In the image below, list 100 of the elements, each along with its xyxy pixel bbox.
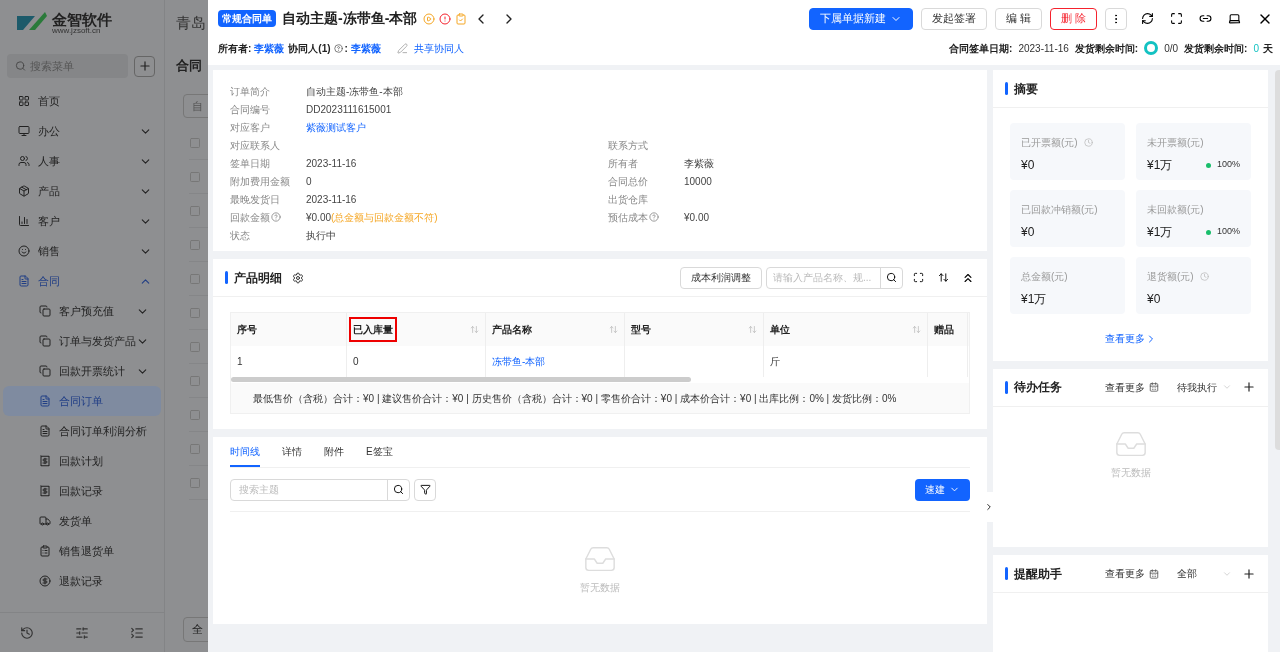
tab[interactable]: E签宝 bbox=[366, 437, 393, 467]
filter-button[interactable] bbox=[414, 478, 436, 501]
owner-label: 所有者: bbox=[218, 41, 252, 56]
menu-item[interactable]: 客户预充值 bbox=[3, 296, 161, 326]
resize-icon[interactable] bbox=[938, 272, 949, 283]
menu-item[interactable]: 回款计划 bbox=[3, 446, 161, 476]
meta-value: 0 bbox=[1253, 41, 1259, 56]
field-value: 2023-11-16 bbox=[306, 156, 357, 171]
menu-item[interactable]: 办公 bbox=[0, 116, 164, 146]
share-link[interactable]: 共享协同人 bbox=[413, 40, 464, 56]
add-button[interactable] bbox=[134, 55, 155, 77]
history-icon[interactable] bbox=[20, 625, 35, 640]
view-more-link[interactable]: 查看更多 bbox=[1105, 379, 1145, 395]
menu-item[interactable]: 回款记录 bbox=[3, 476, 161, 506]
checkbox-icon[interactable] bbox=[189, 136, 201, 149]
field-label: 签单日期 bbox=[230, 156, 270, 171]
stat-value: ¥0 bbox=[1021, 157, 1035, 174]
chevron-right-icon bbox=[984, 502, 994, 512]
meta-label: 发货剩余时间: bbox=[1074, 41, 1139, 56]
menu-icon bbox=[18, 95, 30, 107]
filter-dropdown[interactable]: 待我执行 bbox=[1177, 379, 1232, 395]
sliders-icon[interactable] bbox=[75, 625, 89, 640]
edit-icon[interactable] bbox=[396, 42, 408, 54]
menu-item[interactable]: 回款开票统计 bbox=[3, 356, 161, 386]
checkbox-icon[interactable] bbox=[189, 170, 201, 183]
play-icon[interactable] bbox=[423, 12, 436, 25]
calendar-icon[interactable] bbox=[1149, 382, 1159, 393]
owner-link[interactable]: 李紫薇 bbox=[254, 40, 285, 56]
action-button[interactable]: 下属单据新建 bbox=[808, 7, 913, 30]
fullscreen-icon[interactable] bbox=[913, 272, 924, 283]
settings-icon[interactable] bbox=[292, 271, 304, 284]
help-icon[interactable] bbox=[333, 43, 343, 53]
progress-ring-icon bbox=[1144, 41, 1159, 55]
field-value: ¥0.00 bbox=[306, 210, 332, 225]
menu-item[interactable]: 订单与发货产品 bbox=[3, 326, 161, 356]
add-icon[interactable] bbox=[1242, 380, 1256, 395]
meta-value: 2023-11-16 bbox=[1018, 41, 1069, 56]
collaborator-link[interactable]: 李紫薇 bbox=[350, 40, 381, 56]
tab[interactable]: 时间线 bbox=[230, 437, 260, 467]
help-icon[interactable] bbox=[271, 212, 281, 222]
stat-percent: 100% bbox=[1216, 225, 1240, 239]
checkbox-icon[interactable] bbox=[189, 442, 201, 455]
alert-icon[interactable] bbox=[439, 12, 452, 25]
menu-item[interactable]: 首页 bbox=[0, 86, 164, 116]
collapse-menu-icon[interactable] bbox=[129, 625, 144, 640]
fullscreen-icon[interactable] bbox=[1170, 12, 1183, 25]
menu-icon bbox=[39, 545, 51, 557]
search-icon[interactable] bbox=[393, 484, 404, 495]
monitor-icon[interactable] bbox=[1228, 12, 1241, 25]
quick-create-button[interactable]: 速建 bbox=[915, 478, 970, 501]
view-more-link[interactable]: 查看更多 bbox=[1105, 566, 1145, 582]
help-icon[interactable] bbox=[649, 212, 659, 222]
menu-icon bbox=[39, 365, 51, 377]
field-label: 状态 bbox=[230, 228, 250, 243]
action-button[interactable]: 删 除 bbox=[1049, 7, 1097, 30]
section-title: 摘要 bbox=[1014, 80, 1038, 98]
menu-item[interactable]: 合同订单利润分析 bbox=[3, 416, 161, 446]
field-label: 联系方式 bbox=[608, 138, 648, 153]
checkbox-icon[interactable] bbox=[189, 408, 201, 421]
menu-item[interactable]: 产品 bbox=[0, 176, 164, 206]
menu-item[interactable]: 人事 bbox=[0, 146, 164, 176]
tab[interactable]: 详情 bbox=[282, 437, 302, 467]
add-icon[interactable] bbox=[1242, 566, 1256, 581]
section-title: 提醒助手 bbox=[1014, 565, 1062, 583]
checkbox-icon[interactable] bbox=[189, 340, 201, 353]
link-icon[interactable] bbox=[1199, 12, 1212, 25]
field-label: 合同编号 bbox=[230, 102, 270, 117]
menu-icon bbox=[39, 425, 51, 437]
action-button[interactable]: 编 辑 bbox=[994, 7, 1042, 30]
meta-value: 0/0 bbox=[1164, 41, 1179, 56]
action-button[interactable]: 发起签署 bbox=[920, 7, 987, 30]
checkbox-icon[interactable] bbox=[189, 272, 201, 285]
adjust-button[interactable]: 成本利润调整 bbox=[680, 266, 762, 289]
field-value: 0 bbox=[306, 174, 312, 189]
menu-item[interactable]: 销售退货单 bbox=[3, 536, 161, 566]
menu-item[interactable]: 销售 bbox=[0, 236, 164, 266]
calendar-icon[interactable] bbox=[1149, 568, 1159, 579]
page-title: 青岛 bbox=[176, 12, 206, 33]
stat-value: ¥1万 bbox=[1021, 291, 1047, 308]
checkbox-icon[interactable] bbox=[189, 306, 201, 319]
filter-dropdown[interactable]: 全部 bbox=[1177, 566, 1232, 582]
menu-item[interactable]: 客户 bbox=[0, 206, 164, 236]
tab[interactable]: 附件 bbox=[324, 437, 344, 467]
stat-value: ¥0 bbox=[1021, 224, 1035, 241]
search-icon[interactable] bbox=[886, 272, 897, 283]
view-more-link[interactable]: 查看更多 bbox=[1104, 331, 1157, 346]
checkbox-icon[interactable] bbox=[189, 476, 201, 489]
field-value[interactable]: 紫薇测试客户 bbox=[306, 119, 366, 135]
clipboard-icon[interactable] bbox=[455, 12, 468, 25]
menu-item[interactable]: 合同订单 bbox=[3, 386, 161, 416]
refresh-icon[interactable] bbox=[1141, 12, 1154, 25]
menu-item[interactable]: 合同 bbox=[0, 266, 164, 296]
menu-icon bbox=[39, 335, 51, 347]
menu-item[interactable]: 退款记录 bbox=[3, 566, 161, 596]
checkbox-icon[interactable] bbox=[189, 238, 201, 251]
menu-icon bbox=[39, 395, 51, 407]
mismatch-note: (总金额与回款金额不符) bbox=[331, 210, 438, 225]
menu-item[interactable]: 发货单 bbox=[3, 506, 161, 536]
checkbox-icon[interactable] bbox=[189, 204, 201, 217]
checkbox-icon[interactable] bbox=[189, 374, 201, 387]
